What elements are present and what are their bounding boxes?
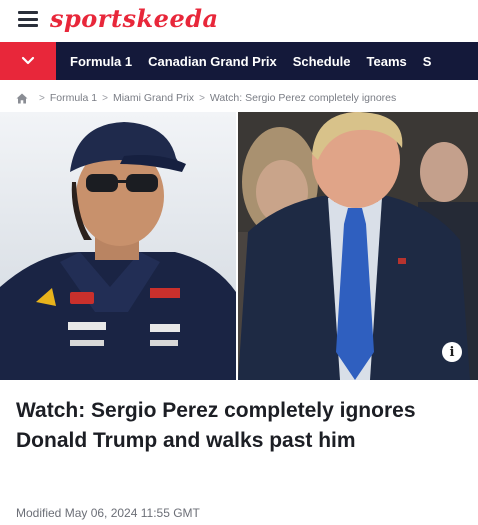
nav-item-canadian-grand-prix[interactable]: Canadian Grand Prix bbox=[148, 54, 277, 69]
hero-photo-driver bbox=[0, 112, 236, 380]
nav-item-overflow[interactable]: S bbox=[423, 54, 432, 69]
nav-toggle-button[interactable] bbox=[0, 42, 56, 80]
chevron-down-icon bbox=[21, 56, 35, 65]
breadcrumb-miami-grand-prix[interactable]: Miami Grand Prix bbox=[113, 92, 194, 104]
home-icon[interactable] bbox=[16, 93, 28, 104]
article-modified-date: Modified May 06, 2024 11:55 GMT bbox=[16, 506, 200, 520]
breadcrumb-separator: > bbox=[39, 92, 45, 104]
breadcrumb-current-article: Watch: Sergio Perez completely ignores bbox=[209, 92, 397, 104]
article-headline: Watch: Sergio Perez completely ignores D… bbox=[16, 399, 416, 452]
nav-items: Formula 1 Canadian Grand Prix Schedule T… bbox=[56, 54, 431, 69]
site-header: sportskeeda bbox=[0, 0, 478, 40]
breadcrumb: > Formula 1 > Miami Grand Prix > Watch: … bbox=[16, 90, 462, 106]
nav-item-formula-1[interactable]: Formula 1 bbox=[70, 54, 132, 69]
nav-item-teams[interactable]: Teams bbox=[367, 54, 407, 69]
image-info-button[interactable]: i bbox=[442, 342, 462, 362]
category-navbar: Formula 1 Canadian Grand Prix Schedule T… bbox=[0, 42, 478, 80]
breadcrumb-separator: > bbox=[102, 92, 108, 104]
hero-image: i bbox=[0, 112, 478, 380]
hamburger-menu-icon[interactable] bbox=[18, 11, 38, 27]
breadcrumb-separator: > bbox=[199, 92, 205, 104]
nav-item-schedule[interactable]: Schedule bbox=[293, 54, 351, 69]
site-logo[interactable]: sportskeeda bbox=[50, 4, 219, 33]
breadcrumb-formula-1[interactable]: Formula 1 bbox=[50, 92, 97, 104]
hero-photo-politician: i bbox=[238, 112, 478, 380]
